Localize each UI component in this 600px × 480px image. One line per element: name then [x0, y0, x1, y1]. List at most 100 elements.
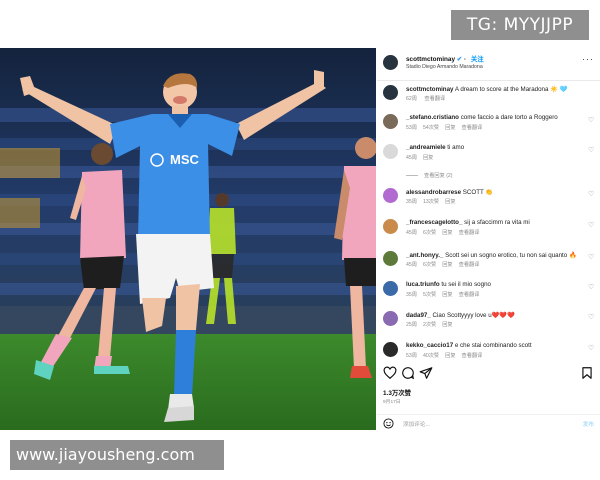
comment-time: 25周 — [406, 322, 417, 328]
comment-like-icon[interactable]: ♡ — [588, 345, 596, 353]
comment-bubble-icon[interactable] — [401, 366, 415, 380]
post-sidebar: scottmctominay ✔ · 关注 Stadio Diego Arman… — [377, 48, 600, 430]
comment-username[interactable]: luca.triunfo — [406, 281, 440, 288]
telegram-watermark: TG: MYYJJPP — [451, 10, 589, 40]
reply-link[interactable]: 回复 — [445, 125, 455, 131]
translate-link[interactable]: 查看翻译 — [462, 125, 483, 131]
commenter-avatar[interactable] — [383, 311, 398, 326]
comment-text: tu sei il mio sogno — [441, 281, 491, 288]
post-caption: scottmctominay A dream to score at the M… — [377, 85, 600, 111]
comment-item: dada97_ Ciao Scottyyyy love u❤️❤️❤️ 25周 2… — [377, 311, 600, 333]
comment-likes[interactable]: 6次赞 — [423, 262, 436, 268]
emoji-smile-icon[interactable] — [383, 418, 394, 429]
comment-item: luca.triunfo tu sei il mio sogno 35周 5次赞回… — [377, 281, 600, 303]
commenter-avatar[interactable] — [383, 114, 398, 129]
comment-like-icon[interactable]: ♡ — [588, 117, 596, 125]
comment-time: 45周 — [406, 155, 417, 161]
comment-like-icon[interactable]: ♡ — [588, 222, 596, 230]
comment-text: come faccio a dare torto a Roggero — [460, 114, 558, 121]
comment-text: Scott sei un sogno erotico, tu non sai q… — [445, 252, 577, 259]
post-comment-button[interactable]: 发布 — [583, 420, 594, 428]
comment-like-icon[interactable]: ♡ — [588, 191, 596, 199]
shirt-sponsor-text: MSC — [170, 152, 200, 167]
reply-link[interactable]: 回复 — [423, 155, 433, 161]
comment-username[interactable]: _stefano.cristiano — [406, 114, 459, 121]
translate-link[interactable]: 查看翻译 — [459, 292, 480, 298]
comment-username[interactable]: _ant.honyy._ — [406, 252, 443, 259]
comment-text: e che stai combinando scott — [454, 342, 532, 349]
commenter-avatar[interactable] — [383, 144, 398, 159]
comment-time: 35周 — [406, 199, 417, 205]
comment-likes[interactable]: 13次赞 — [423, 199, 439, 205]
comment-like-icon[interactable]: ♡ — [588, 254, 596, 262]
comment-username[interactable]: dada97_ — [406, 312, 431, 319]
commenter-avatar[interactable] — [383, 251, 398, 266]
comment-username[interactable]: kekko_caccio17 — [406, 342, 453, 349]
verified-badge-icon: ✔ — [456, 56, 463, 63]
reply-link[interactable]: 回复 — [442, 262, 452, 268]
footballer-celebration-image: MSC — [0, 48, 376, 430]
comment-item: _ant.honyy._ Scott sei un sogno erotico,… — [377, 251, 600, 273]
caption-time: 62周 — [406, 96, 417, 102]
paper-plane-icon[interactable] — [419, 366, 433, 380]
translate-link[interactable]: 查看翻译 — [462, 353, 483, 359]
author-avatar[interactable] — [383, 55, 398, 70]
comment-like-icon[interactable]: ♡ — [588, 284, 596, 292]
comment-text: sij a sfaccimm ra vita mi — [464, 219, 530, 226]
comment-text: ti amo — [447, 144, 465, 151]
header-divider — [377, 80, 600, 81]
comment-like-icon[interactable]: ♡ — [588, 147, 596, 155]
caption-meta: 62周 查看翻译 — [406, 95, 451, 102]
comment-username[interactable]: _francescagelotto_ — [406, 219, 462, 226]
comment-item: alessandrobarrese SCOTT 👏 35周 13次赞 回复 ♡ — [377, 188, 600, 210]
comment-likes[interactable]: 40次赞 — [423, 353, 439, 359]
translate-link[interactable]: 查看翻译 — [459, 230, 480, 236]
view-replies-link[interactable]: 查看回复 (2) — [406, 172, 453, 179]
comment-text: SCOTT 👏 — [462, 189, 494, 196]
comment-likes[interactable]: 54次赞 — [423, 125, 439, 131]
reply-link[interactable]: 回复 — [442, 292, 452, 298]
author-line: scottmctominay ✔ · 关注 — [406, 54, 484, 63]
comment-text: Ciao Scottyyyy love u❤️❤️❤️ — [432, 312, 515, 319]
more-options-icon[interactable]: ··· — [582, 54, 594, 64]
reply-link[interactable]: 回复 — [445, 353, 455, 359]
comment-username[interactable]: _andreamiele — [406, 144, 446, 151]
follow-button[interactable]: 关注 — [471, 56, 484, 63]
post-action-bar — [377, 366, 600, 382]
add-comment-bar: 添加评论... 发布 — [377, 414, 600, 430]
comment-likes[interactable]: 5次赞 — [423, 292, 436, 298]
post-photo: MSC — [0, 48, 376, 430]
commenter-avatar[interactable] — [383, 342, 398, 357]
commenter-avatar[interactable] — [383, 188, 398, 203]
comment-likes[interactable]: 6次赞 — [423, 230, 436, 236]
caption-avatar[interactable] — [383, 85, 398, 100]
comment-like-icon[interactable]: ♡ — [588, 314, 596, 322]
post-header: scottmctominay ✔ · 关注 Stadio Diego Arman… — [377, 48, 600, 80]
commenter-avatar[interactable] — [383, 219, 398, 234]
comment-item: _andreamiele ti amo 45周 回复 ♡ — [377, 144, 600, 166]
translate-link[interactable]: 查看翻译 — [459, 262, 480, 268]
bookmark-icon[interactable] — [580, 366, 594, 380]
commenter-avatar[interactable] — [383, 281, 398, 296]
post-date: 9月17日 — [383, 400, 401, 405]
heart-icon[interactable] — [383, 366, 397, 380]
comment-time: 53周 — [406, 353, 417, 359]
comment-likes[interactable]: 2次赞 — [423, 322, 436, 328]
comment-input[interactable]: 添加评论... — [403, 420, 430, 428]
reply-link[interactable]: 回复 — [442, 230, 452, 236]
comment-item: _stefano.cristiano come faccio a dare to… — [377, 114, 600, 136]
caption-text: A dream to score at the Maradona ☀️ 🩵 — [454, 86, 568, 93]
author-username[interactable]: scottmctominay — [406, 56, 455, 63]
comment-username[interactable]: alessandrobarrese — [406, 189, 461, 196]
likes-count[interactable]: 1.3万次赞 — [383, 388, 411, 397]
comment-item: _francescagelotto_ sij a sfaccimm ra vit… — [377, 219, 600, 241]
website-watermark: www.jiayousheng.com — [10, 440, 224, 470]
reply-link[interactable]: 回复 — [445, 199, 455, 205]
caption-translate-link[interactable]: 查看翻译 — [424, 96, 445, 102]
caption-username[interactable]: scottmctominay — [406, 86, 453, 93]
reply-link[interactable]: 回复 — [442, 322, 452, 328]
comment-time: 45周 — [406, 230, 417, 236]
caption-text-line: scottmctominay A dream to score at the M… — [406, 85, 567, 93]
comment-item: kekko_caccio17 e che stai combinando sco… — [377, 342, 600, 364]
post-location[interactable]: Stadio Diego Armando Maradona — [406, 64, 483, 70]
